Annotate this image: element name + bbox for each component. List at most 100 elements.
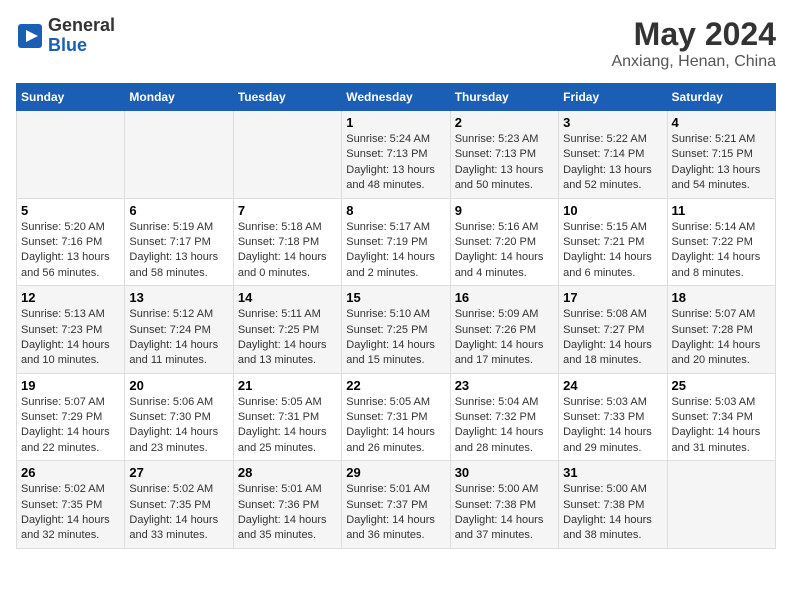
calendar-cell: 3 Sunrise: 5:22 AM Sunset: 7:14 PM Daylig…: [559, 111, 667, 199]
day-info: Sunrise: 5:18 AM Sunset: 7:18 PM Dayligh…: [238, 220, 337, 282]
day-info: Sunrise: 5:05 AM Sunset: 7:31 PM Dayligh…: [238, 395, 337, 457]
calendar-cell: 4 Sunrise: 5:21 AM Sunset: 7:15 PM Daylig…: [667, 111, 775, 199]
calendar-cell: [667, 461, 775, 549]
calendar-cell: 20Sunrise: 5:06 AM Sunset: 7:30 PM Dayli…: [125, 373, 233, 461]
day-number: 24: [563, 378, 662, 393]
day-info: Sunrise: 5:01 AM Sunset: 7:36 PM Dayligh…: [238, 482, 337, 544]
day-info: Sunrise: 5:20 AM Sunset: 7:16 PM Dayligh…: [21, 220, 120, 282]
day-info: Sunrise: 5:16 AM Sunset: 7:20 PM Dayligh…: [455, 220, 554, 282]
weekday-header-tuesday: Tuesday: [233, 84, 341, 111]
calendar-week-row: 12 Sunrise: 5:13 AM Sunset: 7:23 PM Dayli…: [17, 286, 776, 374]
day-number: 10: [563, 203, 662, 218]
day-number: 12: [21, 290, 120, 305]
calendar-week-row: 1 Sunrise: 5:24 AM Sunset: 7:13 PM Daylig…: [17, 111, 776, 199]
calendar-cell: 26 Sunrise: 5:02 AM Sunset: 7:35 PM Dayli…: [17, 461, 125, 549]
calendar-cell: 29 Sunrise: 5:01 AM Sunset: 7:37 PM Dayli…: [342, 461, 450, 549]
calendar-cell: 13 Sunrise: 5:12 AM Sunset: 7:24 PM Dayli…: [125, 286, 233, 374]
day-number: 2: [455, 115, 554, 130]
calendar-cell: 27Sunrise: 5:02 AM Sunset: 7:35 PM Dayli…: [125, 461, 233, 549]
day-number: 20: [129, 378, 228, 393]
day-info: Sunrise: 5:00 AM Sunset: 7:38 PM Dayligh…: [563, 482, 662, 544]
day-info: Sunrise: 5:22 AM Sunset: 7:14 PM Dayligh…: [563, 132, 662, 194]
calendar-cell: 11Sunrise: 5:14 AM Sunset: 7:22 PM Dayli…: [667, 198, 775, 286]
weekday-header-row: SundayMondayTuesdayWednesdayThursdayFrid…: [17, 84, 776, 111]
day-info: Sunrise: 5:02 AM Sunset: 7:35 PM Dayligh…: [21, 482, 120, 544]
page-subtitle: Anxiang, Henan, China: [611, 53, 776, 71]
calendar-cell: 1 Sunrise: 5:24 AM Sunset: 7:13 PM Daylig…: [342, 111, 450, 199]
day-info: Sunrise: 5:03 AM Sunset: 7:33 PM Dayligh…: [563, 395, 662, 457]
day-number: 6: [129, 203, 228, 218]
calendar-cell: 10 Sunrise: 5:15 AM Sunset: 7:21 PM Dayli…: [559, 198, 667, 286]
day-info: Sunrise: 5:12 AM Sunset: 7:24 PM Dayligh…: [129, 307, 228, 369]
day-number: 23: [455, 378, 554, 393]
day-number: 21: [238, 378, 337, 393]
calendar-cell: 7 Sunrise: 5:18 AM Sunset: 7:18 PM Daylig…: [233, 198, 341, 286]
day-number: 26: [21, 465, 120, 480]
calendar-cell: 18 Sunrise: 5:07 AM Sunset: 7:28 PM Dayli…: [667, 286, 775, 374]
logo: General Blue: [16, 16, 115, 56]
calendar-cell: 22Sunrise: 5:05 AM Sunset: 7:31 PM Dayli…: [342, 373, 450, 461]
weekday-header-monday: Monday: [125, 84, 233, 111]
calendar-cell: 2 Sunrise: 5:23 AM Sunset: 7:13 PM Daylig…: [450, 111, 558, 199]
day-info: Sunrise: 5:05 AM Sunset: 7:31 PM Dayligh…: [346, 395, 445, 457]
day-number: 18: [672, 290, 771, 305]
day-info: Sunrise: 5:15 AM Sunset: 7:21 PM Dayligh…: [563, 220, 662, 282]
day-number: 4: [672, 115, 771, 130]
day-number: 13: [129, 290, 228, 305]
title-area: May 2024 Anxiang, Henan, China: [611, 16, 776, 71]
calendar-cell: 6 Sunrise: 5:19 AM Sunset: 7:17 PM Daylig…: [125, 198, 233, 286]
day-info: Sunrise: 5:07 AM Sunset: 7:28 PM Dayligh…: [672, 307, 771, 369]
weekday-header-sunday: Sunday: [17, 84, 125, 111]
calendar-cell: 24 Sunrise: 5:03 AM Sunset: 7:33 PM Dayli…: [559, 373, 667, 461]
day-number: 11: [672, 203, 771, 218]
day-info: Sunrise: 5:11 AM Sunset: 7:25 PM Dayligh…: [238, 307, 337, 369]
day-info: Sunrise: 5:01 AM Sunset: 7:37 PM Dayligh…: [346, 482, 445, 544]
calendar-cell: [233, 111, 341, 199]
calendar-cell: [125, 111, 233, 199]
day-number: 28: [238, 465, 337, 480]
calendar-cell: 28 Sunrise: 5:01 AM Sunset: 7:36 PM Dayli…: [233, 461, 341, 549]
day-number: 14: [238, 290, 337, 305]
day-number: 8: [346, 203, 445, 218]
calendar-cell: 17 Sunrise: 5:08 AM Sunset: 7:27 PM Dayli…: [559, 286, 667, 374]
day-info: Sunrise: 5:13 AM Sunset: 7:23 PM Dayligh…: [21, 307, 120, 369]
calendar-cell: 14 Sunrise: 5:11 AM Sunset: 7:25 PM Dayli…: [233, 286, 341, 374]
calendar-cell: 15Sunrise: 5:10 AM Sunset: 7:25 PM Dayli…: [342, 286, 450, 374]
day-info: Sunrise: 5:23 AM Sunset: 7:13 PM Dayligh…: [455, 132, 554, 194]
day-number: 15: [346, 290, 445, 305]
day-info: Sunrise: 5:17 AM Sunset: 7:19 PM Dayligh…: [346, 220, 445, 282]
weekday-header-friday: Friday: [559, 84, 667, 111]
calendar-cell: 12 Sunrise: 5:13 AM Sunset: 7:23 PM Dayli…: [17, 286, 125, 374]
day-number: 19: [21, 378, 120, 393]
calendar-cell: 30 Sunrise: 5:00 AM Sunset: 7:38 PM Dayli…: [450, 461, 558, 549]
calendar-cell: 23 Sunrise: 5:04 AM Sunset: 7:32 PM Dayli…: [450, 373, 558, 461]
day-number: 3: [563, 115, 662, 130]
calendar-week-row: 26 Sunrise: 5:02 AM Sunset: 7:35 PM Dayli…: [17, 461, 776, 549]
calendar-cell: 19Sunrise: 5:07 AM Sunset: 7:29 PM Dayli…: [17, 373, 125, 461]
calendar-cell: 21 Sunrise: 5:05 AM Sunset: 7:31 PM Dayli…: [233, 373, 341, 461]
weekday-header-saturday: Saturday: [667, 84, 775, 111]
day-info: Sunrise: 5:24 AM Sunset: 7:13 PM Dayligh…: [346, 132, 445, 194]
day-number: 29: [346, 465, 445, 480]
day-number: 7: [238, 203, 337, 218]
day-number: 1: [346, 115, 445, 130]
calendar-cell: [17, 111, 125, 199]
header: General Blue May 2024 Anxiang, Henan, Ch…: [16, 16, 776, 71]
day-number: 9: [455, 203, 554, 218]
day-info: Sunrise: 5:03 AM Sunset: 7:34 PM Dayligh…: [672, 395, 771, 457]
day-number: 30: [455, 465, 554, 480]
day-info: Sunrise: 5:21 AM Sunset: 7:15 PM Dayligh…: [672, 132, 771, 194]
logo-icon: [16, 22, 44, 50]
day-number: 25: [672, 378, 771, 393]
calendar-cell: 16 Sunrise: 5:09 AM Sunset: 7:26 PM Dayli…: [450, 286, 558, 374]
day-number: 16: [455, 290, 554, 305]
calendar-cell: 5Sunrise: 5:20 AM Sunset: 7:16 PM Daylig…: [17, 198, 125, 286]
day-info: Sunrise: 5:04 AM Sunset: 7:32 PM Dayligh…: [455, 395, 554, 457]
weekday-header-thursday: Thursday: [450, 84, 558, 111]
day-info: Sunrise: 5:00 AM Sunset: 7:38 PM Dayligh…: [455, 482, 554, 544]
day-info: Sunrise: 5:09 AM Sunset: 7:26 PM Dayligh…: [455, 307, 554, 369]
day-number: 17: [563, 290, 662, 305]
day-info: Sunrise: 5:19 AM Sunset: 7:17 PM Dayligh…: [129, 220, 228, 282]
day-info: Sunrise: 5:02 AM Sunset: 7:35 PM Dayligh…: [129, 482, 228, 544]
day-info: Sunrise: 5:08 AM Sunset: 7:27 PM Dayligh…: [563, 307, 662, 369]
